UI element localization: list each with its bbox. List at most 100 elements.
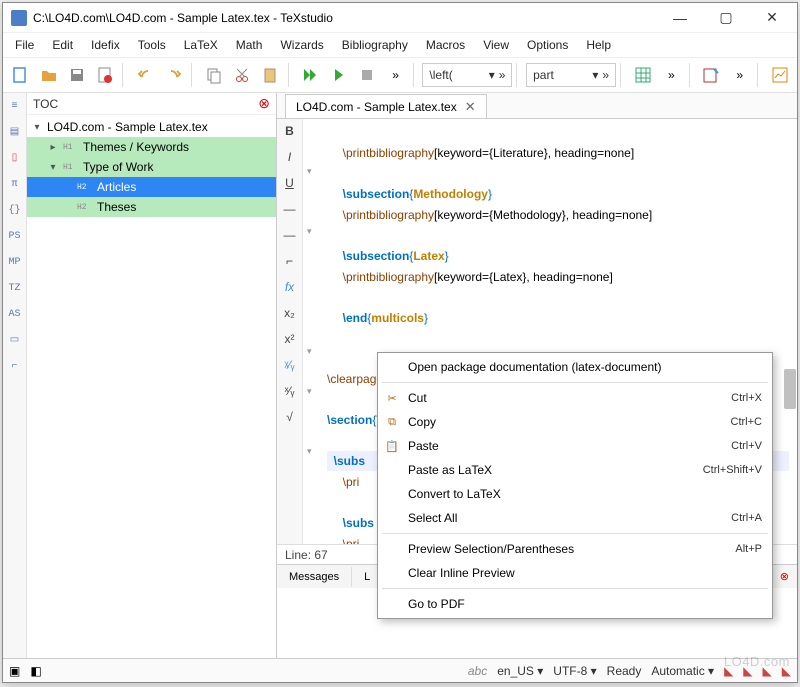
structure-icon[interactable]: ≡ xyxy=(6,97,24,115)
bookmark-icon[interactable]: ▯ xyxy=(6,149,24,167)
italic-button[interactable]: I xyxy=(281,149,299,165)
menu-tools[interactable]: Tools xyxy=(130,35,174,55)
sqrt-button[interactable]: √ xyxy=(281,409,299,425)
language-selector[interactable]: en_US ▾ xyxy=(497,664,543,678)
asymptote-icon[interactable]: AS xyxy=(6,305,24,323)
misc2-icon[interactable]: ⌐ xyxy=(6,357,24,375)
copy-button[interactable] xyxy=(201,61,227,89)
cm-paste-latex[interactable]: Paste as LaTeXCtrl+Shift+V xyxy=(378,458,772,482)
close-button[interactable]: ✕ xyxy=(749,3,795,33)
cm-convert-latex[interactable]: Convert to LaTeX xyxy=(378,482,772,506)
toc-item-type-of-work[interactable]: ▾ H1 Type of Work xyxy=(27,157,276,177)
encoding-selector[interactable]: UTF-8 ▾ xyxy=(553,664,596,678)
menu-edit[interactable]: Edit xyxy=(44,35,81,55)
menu-macros[interactable]: Macros xyxy=(418,35,473,55)
marker-1-icon[interactable]: ◣ xyxy=(724,664,733,678)
maximize-button[interactable]: ▢ xyxy=(703,3,749,33)
menu-help[interactable]: Help xyxy=(578,35,619,55)
save-button[interactable] xyxy=(64,61,90,89)
format-toolbar: B I U — — ⌐ fx x₂ x² ᵡ⁄ᵧ ˣ⁄ᵧ √ xyxy=(277,119,303,544)
menu-bibliography[interactable]: Bibliography xyxy=(334,35,416,55)
braces-icon[interactable]: {} xyxy=(6,201,24,219)
fold-icon[interactable]: ▾ xyxy=(307,341,312,361)
dfrac-button[interactable]: ˣ⁄ᵧ xyxy=(281,383,299,399)
fold-icon[interactable]: ▾ xyxy=(307,441,312,461)
paste-button[interactable] xyxy=(257,61,283,89)
output-tab-messages[interactable]: Messages xyxy=(277,567,352,587)
section-combo[interactable]: part▾» xyxy=(526,63,616,87)
cm-cut[interactable]: ✂CutCtrl+X xyxy=(378,386,772,410)
underline-button[interactable]: U xyxy=(281,175,299,191)
cm-copy[interactable]: ⧉CopyCtrl+C xyxy=(378,410,772,434)
build-run-button[interactable] xyxy=(297,61,323,89)
editor-tab[interactable]: LO4D.com - Sample Latex.tex ✕ xyxy=(285,94,487,118)
open-file-button[interactable] xyxy=(35,61,61,89)
menu-math[interactable]: Math xyxy=(228,35,271,55)
fold-icon[interactable]: ▾ xyxy=(307,221,312,241)
cm-go-to-pdf[interactable]: Go to PDF xyxy=(378,592,772,616)
compile-button[interactable] xyxy=(326,61,352,89)
close-output-icon[interactable]: ⊗ xyxy=(772,566,797,587)
symbols-greek-icon[interactable]: π xyxy=(6,175,24,193)
new-file-button[interactable] xyxy=(7,61,33,89)
expand-button[interactable]: » xyxy=(382,61,408,89)
clipboard-icon: 📋 xyxy=(384,440,400,453)
close-file-button[interactable] xyxy=(92,61,118,89)
align-right-button[interactable]: ⌐ xyxy=(281,253,299,269)
fold-icon[interactable]: ▾ xyxy=(307,161,312,181)
menu-options[interactable]: Options xyxy=(519,35,576,55)
delimiter-combo[interactable]: \left(▾» xyxy=(422,63,512,87)
undo-button[interactable] xyxy=(132,61,158,89)
function-button[interactable]: fx xyxy=(281,279,299,295)
bookmarks-icon[interactable]: ▤ xyxy=(6,123,24,141)
toc-item-theses[interactable]: H2 Theses xyxy=(27,197,276,217)
tikz-icon[interactable]: TZ xyxy=(6,279,24,297)
toc-item-themes[interactable]: ▸ H1 Themes / Keywords xyxy=(27,137,276,157)
menu-wizards[interactable]: Wizards xyxy=(272,35,331,55)
status-ready: Ready xyxy=(607,664,642,678)
cm-preview-selection[interactable]: Preview Selection/ParenthesesAlt+P xyxy=(378,537,772,561)
menu-file[interactable]: File xyxy=(7,35,42,55)
toc-root[interactable]: ▾ LO4D.com - Sample Latex.tex xyxy=(27,117,276,137)
expand-2-button[interactable]: » xyxy=(658,61,684,89)
cm-paste[interactable]: 📋PasteCtrl+V xyxy=(378,434,772,458)
close-tab-icon[interactable]: ✕ xyxy=(465,99,476,115)
titlebar: C:\LO4D.com\LO4D.com - Sample Latex.tex … xyxy=(3,3,797,33)
cm-select-all[interactable]: Select AllCtrl+A xyxy=(378,506,772,530)
menu-view[interactable]: View xyxy=(475,35,517,55)
panel-toggle-1-icon[interactable]: ▣ xyxy=(9,664,20,678)
spellcheck-icon[interactable]: abc xyxy=(468,664,487,678)
editor-tab-bar: LO4D.com - Sample Latex.tex ✕ xyxy=(277,93,797,119)
panel-toggle-2-icon[interactable]: ◧ xyxy=(30,664,41,678)
redo-button[interactable] xyxy=(160,61,186,89)
bold-button[interactable]: B xyxy=(281,123,299,139)
pstricks-icon[interactable]: PS xyxy=(6,227,24,245)
cut-button[interactable] xyxy=(229,61,255,89)
expand-3-button[interactable]: » xyxy=(727,61,753,89)
subscript-button[interactable]: x₂ xyxy=(281,305,299,321)
scrollbar-thumb[interactable] xyxy=(784,369,796,409)
cm-open-doc[interactable]: Open package documentation (latex-docume… xyxy=(378,355,772,379)
align-left-button[interactable]: — xyxy=(281,201,299,217)
table-button[interactable] xyxy=(630,61,656,89)
chart-button[interactable] xyxy=(767,61,793,89)
metapost-icon[interactable]: MP xyxy=(6,253,24,271)
marker-4-icon[interactable]: ◣ xyxy=(782,664,791,678)
fraction-button[interactable]: ᵡ⁄ᵧ xyxy=(281,357,299,373)
menu-idefix[interactable]: Idefix xyxy=(83,35,128,55)
marker-2-icon[interactable]: ◣ xyxy=(743,664,752,678)
misc-icon[interactable]: ▭ xyxy=(6,331,24,349)
pdf-viewer-button[interactable] xyxy=(698,61,724,89)
line-ending-selector[interactable]: Automatic ▾ xyxy=(651,664,714,678)
cm-clear-preview[interactable]: Clear Inline Preview xyxy=(378,561,772,585)
superscript-button[interactable]: x² xyxy=(281,331,299,347)
stop-button[interactable] xyxy=(354,61,380,89)
align-center-button[interactable]: — xyxy=(281,227,299,243)
toc-item-articles[interactable]: H2 Articles xyxy=(27,177,276,197)
fold-icon[interactable]: ▾ xyxy=(307,381,312,401)
toc-title: TOC xyxy=(33,97,58,111)
close-toc-icon[interactable]: ⊗ xyxy=(258,95,270,112)
minimize-button[interactable]: — xyxy=(657,3,703,33)
marker-3-icon[interactable]: ◣ xyxy=(763,664,772,678)
menu-latex[interactable]: LaTeX xyxy=(176,35,226,55)
